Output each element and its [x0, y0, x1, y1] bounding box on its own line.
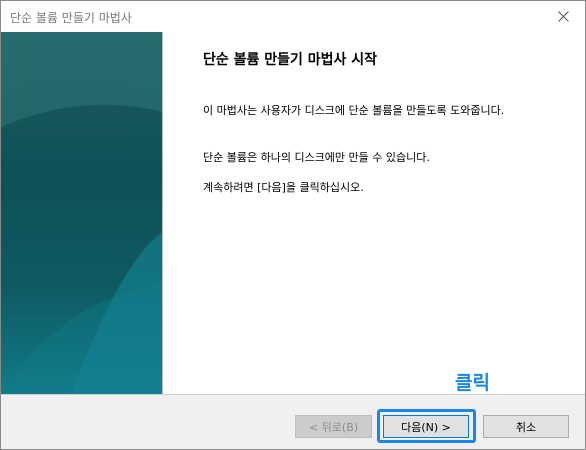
wizard-window: 단순 볼륨 만들기 마법사 단순 볼륨 만들기 마법사 시작 이 마법사는 사용… [0, 0, 586, 450]
next-button[interactable]: 다음(N) > [383, 415, 469, 438]
button-bar: < 뒤로(B) 다음(N) > 취소 [1, 394, 585, 449]
panel-divider [162, 32, 163, 394]
cancel-button[interactable]: 취소 [483, 415, 569, 438]
close-button[interactable] [541, 1, 585, 32]
page-title: 단순 볼륨 만들기 마법사 시작 [203, 52, 378, 68]
back-button: < 뒤로(B) [295, 415, 372, 438]
instruction-text: 계속하려면 [다음]을 클릭하십시오. [203, 181, 364, 194]
info-text: 단순 볼륨은 하나의 디스크에만 만들 수 있습니다. [203, 151, 430, 164]
banner-graphic [1, 32, 162, 394]
title-bar: 단순 볼륨 만들기 마법사 [1, 1, 585, 32]
click-annotation: 클릭 [455, 372, 490, 394]
close-icon [557, 11, 569, 22]
description-text: 이 마법사는 사용자가 디스크에 단순 볼륨을 만들도록 도와줍니다. [203, 104, 505, 117]
wizard-side-banner [1, 32, 162, 394]
window-title: 단순 볼륨 만들기 마법사 [10, 11, 132, 25]
